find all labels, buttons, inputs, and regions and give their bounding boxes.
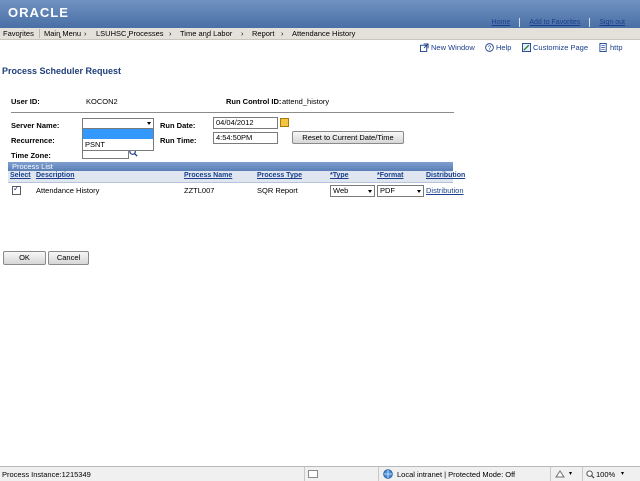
format-select[interactable]: PDF: [377, 185, 424, 197]
breadcrumb-arrow: ›: [281, 29, 284, 38]
run-control-id-label: Run Control ID:: [226, 97, 282, 106]
recurrence-label: Recurrence:: [11, 136, 55, 145]
customize-page-link[interactable]: Customize Page: [522, 43, 588, 52]
run-time-label: Run Time:: [160, 136, 197, 145]
zone-text: Local intranet | Protected Mode: Off: [397, 470, 516, 479]
col-description[interactable]: Description: [36, 172, 75, 179]
status-cell: [304, 467, 321, 481]
type-value: Web: [333, 186, 349, 195]
dropdown-option-blank[interactable]: [83, 129, 153, 139]
breadcrumb-arrow: ›: [241, 29, 244, 38]
run-date-label: Run Date:: [160, 121, 196, 130]
zoom-icon: [586, 470, 595, 479]
row-process-name: ZZTL007: [184, 186, 215, 195]
protected-mode-icon: [555, 470, 565, 478]
cancel-button[interactable]: Cancel: [48, 251, 89, 265]
breadcrumb-arrow: ›: [169, 29, 172, 38]
add-to-favorites-link[interactable]: Add to Favorites: [520, 19, 589, 26]
local-intranet-icon: [383, 469, 393, 479]
oracle-logo: ORACLE: [8, 5, 69, 20]
http-link[interactable]: http: [599, 43, 623, 52]
dropdown-option-psnt[interactable]: PSNT: [85, 140, 105, 149]
process-instance-text: Process Instance:1215349: [2, 470, 91, 479]
select-checkbox[interactable]: [12, 184, 21, 195]
menu-indicator-icon: [127, 36, 129, 38]
menu-indicator-icon: [206, 36, 208, 38]
security-cell[interactable]: ▾: [550, 467, 581, 481]
page-status-icon: [308, 470, 318, 478]
row-description: Attendance History: [36, 186, 100, 195]
customize-page-icon: [522, 43, 531, 52]
zoom-level: 100%: [596, 470, 616, 479]
divider: [11, 112, 454, 113]
type-select[interactable]: Web: [330, 185, 375, 197]
server-name-label: Server Name:: [11, 121, 60, 130]
home-link[interactable]: Home: [483, 19, 520, 26]
time-zone-label: Time Zone:: [11, 151, 51, 160]
run-control-id-value: attend_history: [282, 97, 330, 106]
nav-main-menu[interactable]: Main Menu: [44, 28, 81, 39]
help-icon: ?: [485, 43, 494, 52]
nav-separator: [39, 29, 40, 38]
chevron-down-icon: ▾: [621, 471, 625, 477]
breadcrumb-arrow: ›: [84, 29, 87, 38]
user-id-value: KOCON2: [86, 97, 118, 106]
page-title: Process Scheduler Request: [2, 66, 122, 76]
zone-cell: Local intranet | Protected Mode: Off: [378, 467, 547, 481]
new-window-link[interactable]: New Window: [420, 43, 475, 52]
sign-out-link[interactable]: Sign out: [590, 19, 634, 26]
chevron-down-icon: [368, 190, 372, 193]
chevron-down-icon: [147, 122, 151, 125]
row-process-type: SQR Report: [257, 186, 298, 195]
ok-button[interactable]: OK: [3, 251, 46, 265]
col-select[interactable]: Select: [10, 172, 31, 179]
chevron-down-icon: [417, 190, 421, 193]
server-name-dropdown[interactable]: PSNT: [82, 128, 154, 151]
new-window-icon: [420, 43, 429, 52]
col-type[interactable]: *Type: [330, 172, 349, 179]
svg-text:?: ?: [488, 45, 492, 52]
process-list-title: Process List: [8, 162, 453, 171]
user-id-label: User ID:: [11, 97, 40, 106]
nav-lsuhsc-processes[interactable]: LSUHSC Processes: [96, 28, 164, 39]
browser-status-bar: Process Instance:1215349 Local intranet …: [0, 466, 640, 481]
nav-attendance-history[interactable]: Attendance History: [292, 28, 355, 39]
zoom-control[interactable]: 100% ▾: [582, 467, 640, 481]
nav-bar: Favorites Main Menu › LSUHSC Processes ›…: [0, 28, 640, 40]
menu-indicator-icon: [262, 36, 264, 38]
distribution-link[interactable]: Distribution: [426, 186, 464, 195]
process-list-header: Select Description Process Name Process …: [8, 171, 465, 183]
menu-indicator-icon: [19, 36, 21, 38]
header-links: Home Add to Favorites Sign out: [483, 18, 634, 27]
portal-header: ORACLE Home Add to Favorites Sign out: [0, 0, 640, 28]
col-process-type[interactable]: Process Type: [257, 172, 302, 179]
run-date-input[interactable]: 04/04/2012: [213, 117, 278, 129]
help-link[interactable]: ? Help: [485, 43, 511, 52]
page-link-icon: [599, 43, 607, 52]
col-format[interactable]: *Format: [377, 172, 403, 179]
col-distribution[interactable]: Distribution: [426, 172, 465, 179]
reset-date-time-button[interactable]: Reset to Current Date/Time: [292, 131, 404, 144]
run-time-input[interactable]: 4:54:50PM: [213, 132, 278, 144]
menu-indicator-icon: [59, 36, 61, 38]
format-value: PDF: [380, 186, 395, 195]
calendar-icon[interactable]: [280, 118, 289, 127]
chevron-down-icon: ▾: [569, 471, 573, 477]
col-process-name[interactable]: Process Name: [184, 172, 232, 179]
